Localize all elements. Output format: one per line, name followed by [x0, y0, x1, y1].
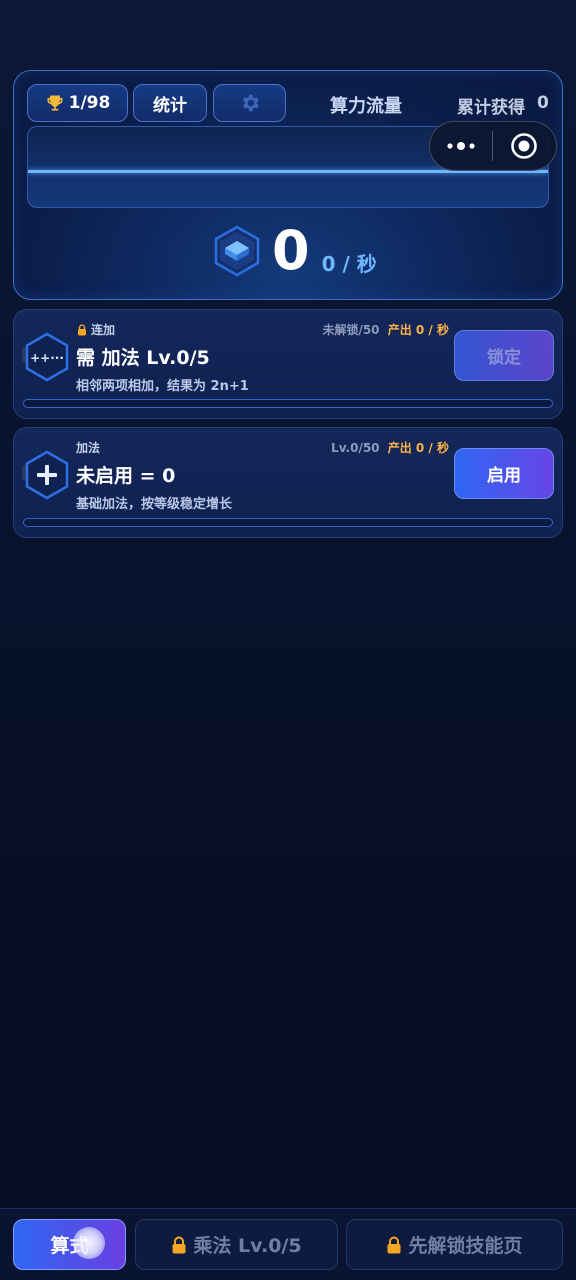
skill-level: 未解锁/50 — [322, 323, 380, 337]
skill-tag: 连加 — [76, 321, 115, 338]
tab-formula[interactable]: 算式 — [13, 1219, 126, 1270]
tab-skills-label: 先解锁技能页 — [408, 1235, 523, 1257]
more-dots-icon — [447, 142, 475, 150]
skill-card-chain-add: ++··· 连加 未解锁/50 产出 0 / 秒 需 加法 Lv.0/5 相邻两… — [13, 309, 563, 419]
tab-multiply-label: 乘法 Lv.0/5 — [193, 1235, 302, 1257]
lock-icon — [387, 1236, 401, 1253]
compute-rate-value: 0 — [272, 219, 310, 282]
flow-title: 算力流量 — [330, 96, 402, 117]
skill-tag-label: 连加 — [91, 323, 116, 337]
lock-icon — [78, 323, 86, 335]
skill-progress-bar — [23, 399, 553, 408]
settings-button[interactable] — [213, 84, 286, 122]
more-button[interactable] — [430, 122, 492, 170]
skill-title: 需 加法 Lv.0/5 — [76, 347, 210, 369]
touch-indicator — [73, 1227, 105, 1259]
skill-tag: 加法 — [76, 439, 100, 456]
total-earned-value: 0 — [537, 93, 549, 113]
compute-rate: 0 0 / 秒 — [212, 221, 377, 281]
skill-meta: Lv.0/50 产出 0 / 秒 — [331, 439, 449, 456]
plus-plus-icon: ++··· — [25, 332, 69, 382]
achievements-button[interactable]: 1/98 — [27, 84, 128, 122]
total-earned-label: 累计获得 — [457, 98, 525, 118]
close-button[interactable] — [493, 122, 557, 170]
skill-description: 基础加法，按等级稳定增长 — [76, 497, 233, 512]
cube-icon — [214, 225, 260, 277]
skill-output: 产出 0 / 秒 — [387, 441, 449, 455]
skill-progress-bar — [23, 518, 553, 527]
skill-description: 相邻两项相加，结果为 2n+1 — [76, 379, 249, 394]
skill-title: 未启用 = 0 — [76, 465, 176, 487]
compute-rate-unit: 0 / 秒 — [321, 251, 377, 276]
trophy-count: 1/98 — [68, 93, 111, 113]
gear-icon — [242, 94, 259, 112]
enable-button[interactable]: 启用 — [454, 448, 554, 499]
skill-card-add: 加法 Lv.0/50 产出 0 / 秒 未启用 = 0 基础加法，按等级稳定增长… — [13, 427, 563, 538]
stats-button[interactable]: 统计 — [133, 84, 207, 122]
trophy-icon — [47, 95, 63, 111]
skill-tag-label: 加法 — [76, 441, 101, 455]
mini-program-capsule — [429, 121, 557, 171]
lock-icon — [172, 1236, 186, 1253]
svg-text:++···: ++··· — [30, 351, 64, 365]
tab-skills[interactable]: 先解锁技能页 — [346, 1219, 563, 1270]
lock-button[interactable]: 锁定 — [454, 330, 554, 381]
skill-level: Lv.0/50 — [331, 441, 380, 455]
stats-label: 统计 — [153, 95, 187, 116]
tab-multiply[interactable]: 乘法 Lv.0/5 — [135, 1219, 338, 1270]
skill-meta: 未解锁/50 产出 0 / 秒 — [322, 321, 449, 338]
compute-flow-panel: 1/98 统计 算力流量 累计获得 0 0 0 / 秒 — [13, 70, 563, 300]
target-circle-icon — [511, 133, 538, 159]
skill-output: 产出 0 / 秒 — [387, 323, 449, 337]
plus-icon — [25, 450, 69, 500]
